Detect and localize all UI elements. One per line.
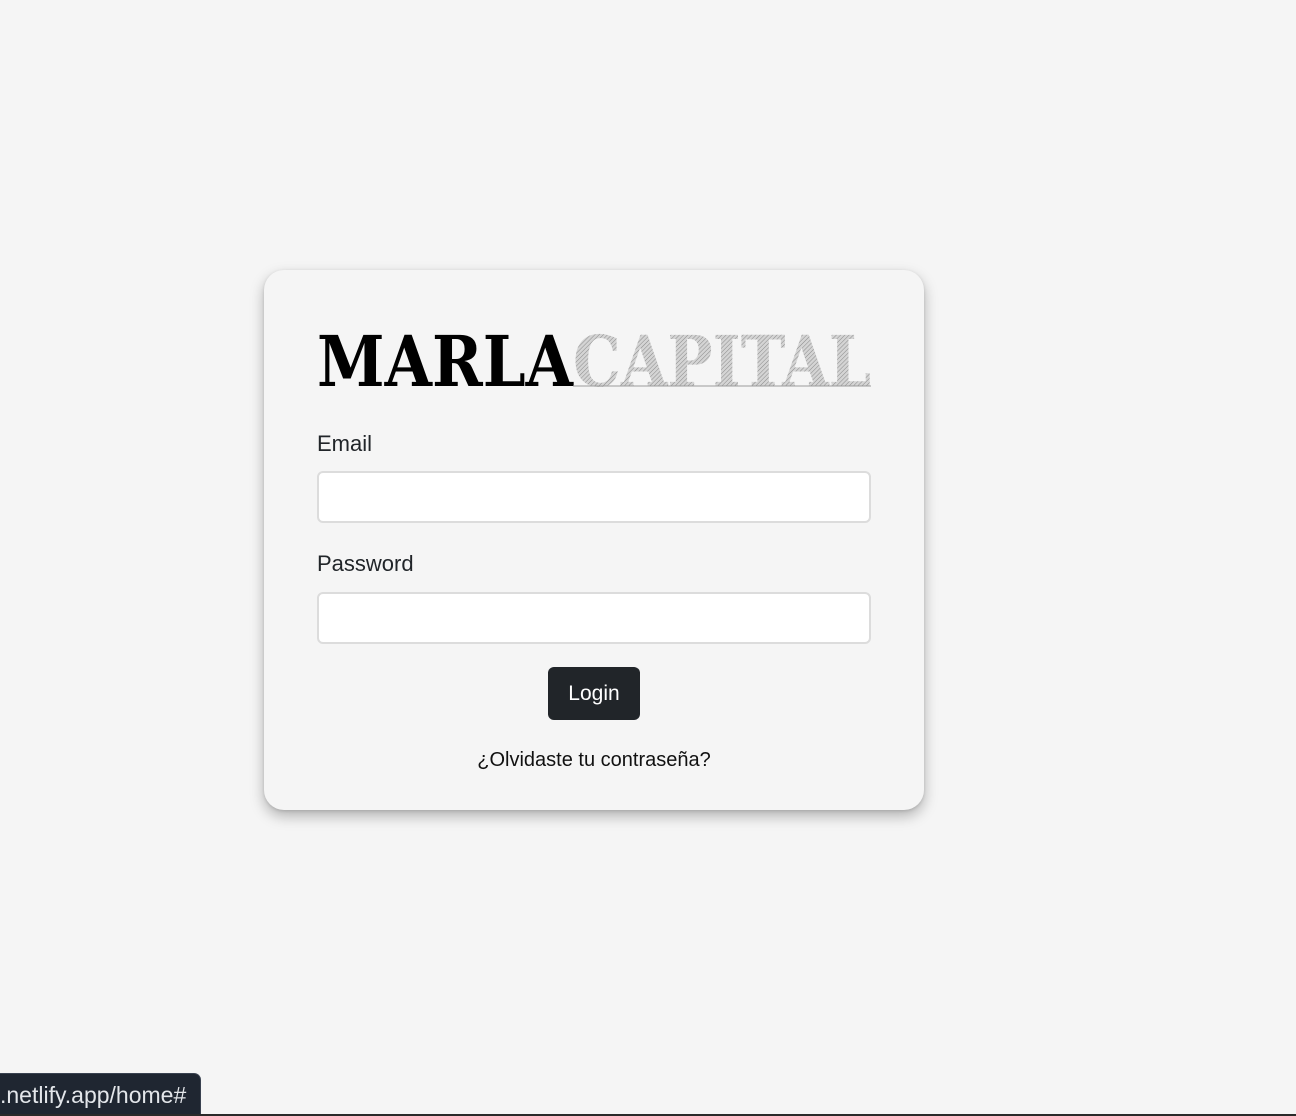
login-page: MARLA CAPITAL Email Password Login ¿Olvi… — [0, 0, 1296, 1116]
logo-capital-text: CAPITAL — [573, 328, 871, 392]
login-button[interactable]: Login — [548, 667, 640, 720]
marla-capital-logo: MARLA CAPITAL — [317, 328, 873, 392]
login-card: MARLA CAPITAL Email Password Login ¿Olvi… — [264, 270, 924, 810]
email-label: Email — [317, 431, 373, 456]
password-label: Password — [317, 551, 414, 576]
email-input[interactable] — [317, 471, 871, 523]
password-input[interactable] — [317, 592, 871, 644]
forgot-password-link[interactable]: ¿Olvidaste tu contraseña? — [264, 748, 924, 772]
status-bar-url: .netlify.app/home# — [0, 1073, 202, 1115]
logo-marla-text: MARLA — [317, 328, 574, 392]
